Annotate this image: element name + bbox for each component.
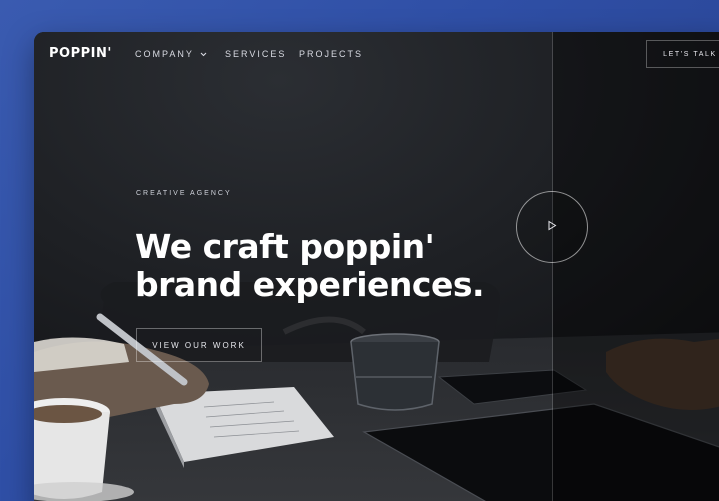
chevron-down-icon — [200, 50, 207, 59]
headline-line-2: brand experiences. — [135, 265, 485, 304]
view-our-work-button[interactable]: VIEW OUR WORK — [136, 328, 262, 362]
top-nav: POPPIN' COMPANY SERVICES PROJECTS LET'S … — [34, 32, 719, 76]
nav-item-company[interactable]: COMPANY — [135, 49, 207, 59]
lets-talk-button[interactable]: LET'S TALK — [646, 40, 719, 68]
right-overlay — [553, 32, 719, 501]
nav-item-label: COMPANY — [135, 49, 194, 59]
logo[interactable]: POPPIN' — [49, 46, 112, 61]
nav-item-projects[interactable]: PROJECTS — [299, 49, 363, 59]
play-icon — [547, 218, 557, 236]
nav-item-services[interactable]: SERVICES — [225, 49, 286, 59]
hero-eyebrow: CREATIVE AGENCY — [136, 190, 232, 197]
hero-headline: We craft poppin' brand experiences. — [135, 228, 515, 304]
play-video-button[interactable] — [516, 191, 588, 263]
divider-line — [552, 32, 553, 501]
headline-line-1: We craft poppin' — [135, 227, 435, 266]
hero-section: POPPIN' COMPANY SERVICES PROJECTS LET'S … — [34, 32, 719, 501]
